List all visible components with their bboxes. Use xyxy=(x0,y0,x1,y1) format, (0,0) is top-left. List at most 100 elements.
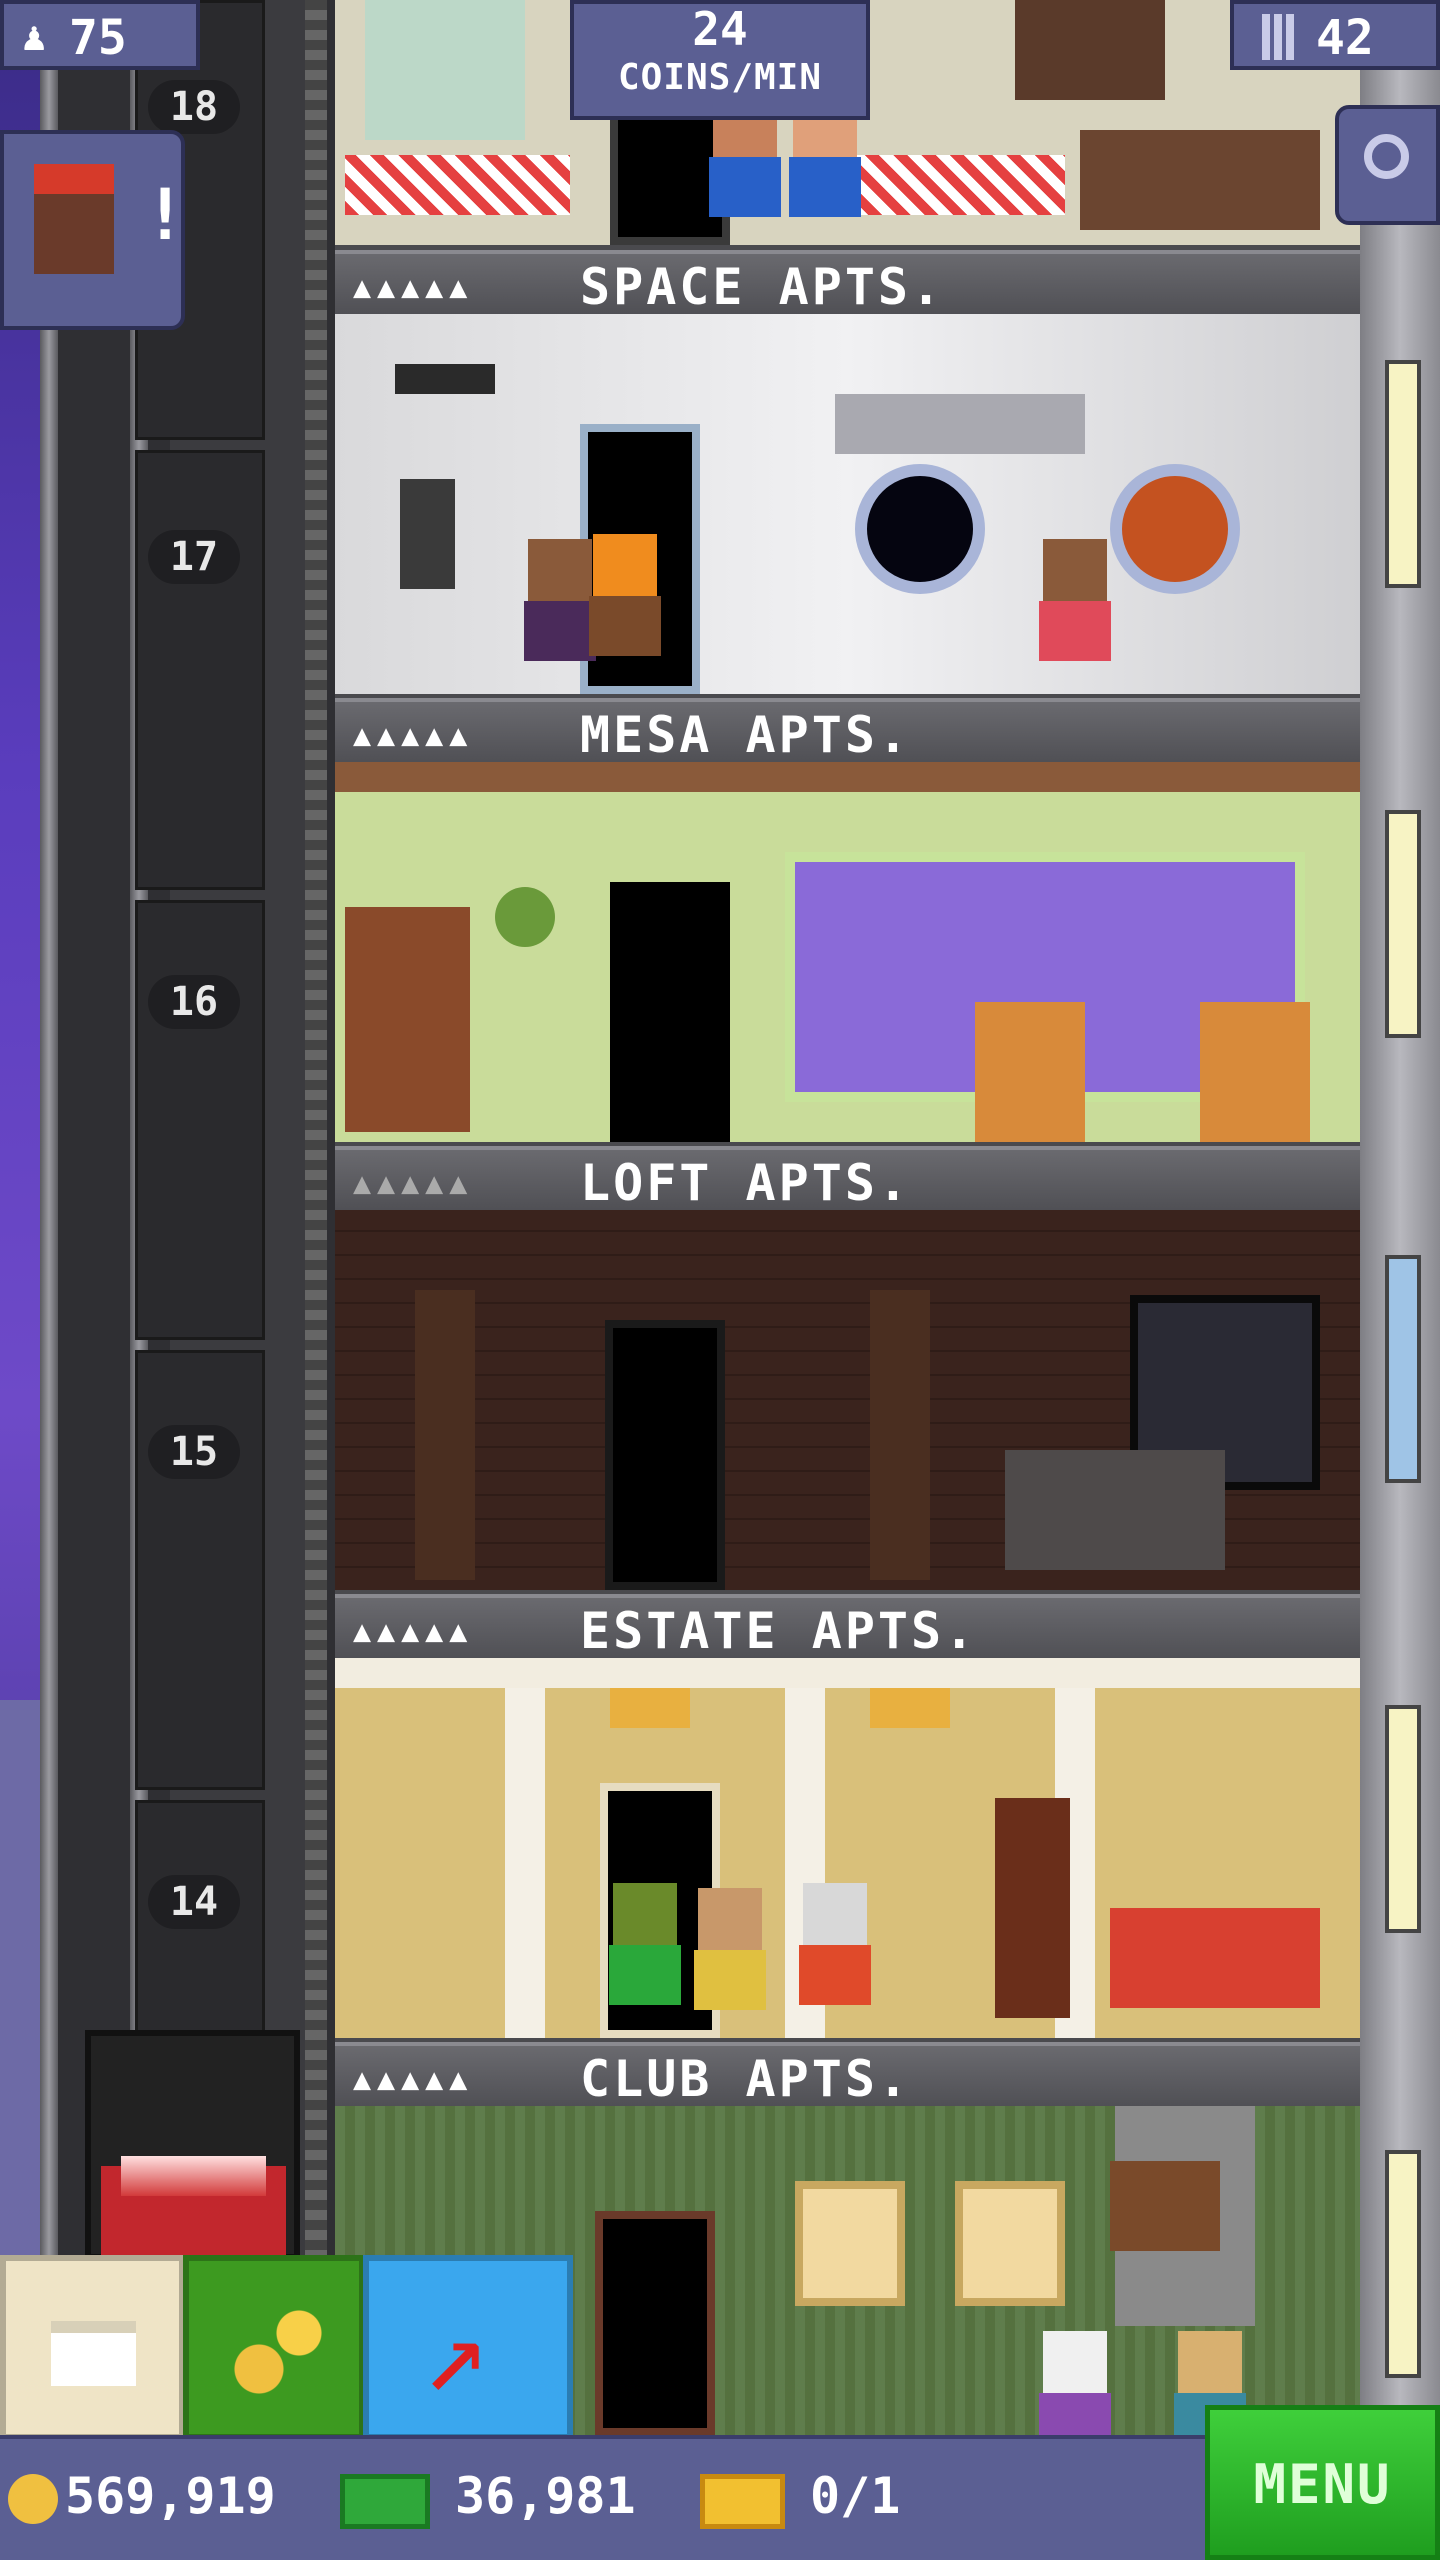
chandelier xyxy=(870,1688,950,1728)
floor-room-loft[interactable] xyxy=(335,1210,1360,1590)
hanging-plant xyxy=(495,887,555,947)
bitizen-head xyxy=(1043,539,1107,603)
floor-number: 18 xyxy=(148,80,240,134)
bitizen-body xyxy=(1039,601,1111,661)
porthole-mars xyxy=(1110,464,1240,594)
room-door[interactable] xyxy=(605,1320,725,1590)
side-window xyxy=(1385,360,1421,588)
floor-room-mesa[interactable] xyxy=(335,762,1360,1142)
bitizen-head xyxy=(698,1888,762,1952)
floor-room-space[interactable] xyxy=(335,314,1360,694)
bitizen[interactable] xyxy=(585,534,665,684)
elevator-door-15 xyxy=(135,1350,265,1790)
coins-rate-display: 24 COINS/MIN xyxy=(570,0,870,120)
bitizen-head xyxy=(1043,2331,1107,2395)
sofa xyxy=(1005,1450,1225,1570)
rating-dots: ▲▲▲▲▲ xyxy=(353,270,474,305)
elevator-car[interactable] xyxy=(85,2030,300,2260)
person-icon: ♟ xyxy=(22,14,47,60)
bitizen-notification[interactable]: ! xyxy=(0,130,187,330)
floor-room-estate[interactable] xyxy=(335,1658,1360,2038)
raise-building-button[interactable] xyxy=(0,2255,185,2440)
bitizen[interactable] xyxy=(1035,2331,1115,2436)
raise-icon xyxy=(51,2321,136,2386)
coins-icon xyxy=(229,2306,329,2396)
pillar xyxy=(505,1688,545,2038)
floors-value: 42 xyxy=(1316,10,1374,66)
bitizen-body xyxy=(1039,2393,1111,2436)
room-door[interactable] xyxy=(610,882,730,1142)
vent xyxy=(395,364,495,394)
armchair xyxy=(1200,1002,1310,1142)
armchair xyxy=(975,1002,1085,1142)
floor-sign[interactable]: ▲▲▲▲▲ MESA APTS. xyxy=(335,698,1360,764)
side-window xyxy=(1385,810,1421,1038)
floor-sign[interactable]: ▲▲▲▲▲ SPACE APTS. xyxy=(335,250,1360,316)
coin-icon xyxy=(8,2474,58,2524)
bitizen-body xyxy=(799,1945,871,2005)
bitizen[interactable] xyxy=(795,1883,875,2033)
bitizen-head xyxy=(593,534,657,598)
elevator-door-16 xyxy=(135,900,265,1340)
bitizen[interactable] xyxy=(605,1883,685,2033)
arrow-up-icon: ↑ xyxy=(393,2291,531,2429)
shaft-rail-left xyxy=(40,0,58,2560)
red-sofa xyxy=(1110,1908,1320,2008)
floor-number: 14 xyxy=(148,1875,240,1929)
magnifier-icon xyxy=(1364,134,1409,179)
alert-badge: ! xyxy=(144,174,187,256)
search-button[interactable] xyxy=(1335,105,1440,225)
tablecloth xyxy=(345,155,570,215)
elevator-car-light xyxy=(121,2156,266,2196)
floor-number: 15 xyxy=(148,1425,240,1479)
rating-dots: ▲▲▲▲▲ xyxy=(353,1614,474,1649)
floor-sign[interactable]: ▲▲▲▲▲ ESTATE APTS. xyxy=(335,1594,1360,1660)
bitizen-body xyxy=(589,596,661,656)
coins-value: 569,919 xyxy=(65,2467,276,2525)
floor-number: 16 xyxy=(148,975,240,1029)
floors-counter[interactable]: 42 xyxy=(1230,0,1440,70)
floor-sign[interactable]: ▲▲▲▲▲ CLUB APTS. xyxy=(335,2042,1360,2108)
tablecloth xyxy=(840,155,1065,215)
floor-name: ESTATE APTS. xyxy=(580,1602,978,1660)
tickets-value: 0/1 xyxy=(810,2467,901,2525)
bitizen[interactable] xyxy=(690,1888,770,2038)
rating-dots: ▲▲▲▲▲ xyxy=(353,2062,474,2097)
rating-dots: ▲▲▲▲▲ xyxy=(353,718,474,753)
floor-name: LOFT APTS. xyxy=(580,1154,912,1212)
bux-value: 36,981 xyxy=(455,2467,636,2525)
control-panel xyxy=(835,394,1085,454)
bitizen-head xyxy=(803,1883,867,1947)
bux-icon xyxy=(340,2474,430,2529)
coins-rate-value: 24 xyxy=(692,2,748,56)
floor-name: MESA APTS. xyxy=(580,706,912,764)
menu-button[interactable]: MENU xyxy=(1205,2405,1440,2560)
portrait-frame xyxy=(795,2181,905,2306)
population-value: 75 xyxy=(69,10,127,66)
porthole-space xyxy=(855,464,985,594)
moose-head xyxy=(1110,2161,1220,2251)
bitizen[interactable] xyxy=(1035,539,1115,689)
column xyxy=(870,1290,930,1580)
side-window xyxy=(1385,1705,1421,1933)
arrow-button[interactable]: ↑ xyxy=(363,2255,573,2440)
floor-name: CLUB APTS. xyxy=(580,2050,912,2108)
floor-sign[interactable]: ▲▲▲▲▲ LOFT APTS. xyxy=(335,1146,1360,1212)
rating-dots: ▲▲▲▲▲ xyxy=(353,1166,474,1201)
column xyxy=(415,1290,475,1580)
coins-button[interactable] xyxy=(183,2255,365,2440)
bitizen-head xyxy=(613,1883,677,1947)
bitizen-body xyxy=(709,157,781,217)
ceiling-beam xyxy=(335,762,1360,792)
bitizen-body xyxy=(694,1950,766,2010)
crown-molding xyxy=(335,1658,1360,1688)
chandelier xyxy=(610,1688,690,1728)
ticket-icon xyxy=(700,2474,785,2529)
population-counter[interactable]: ♟ 75 xyxy=(0,0,200,70)
side-window xyxy=(1385,1255,1421,1483)
bitizen-alert-icon xyxy=(34,164,114,274)
room-door[interactable] xyxy=(595,2211,715,2436)
bitizen-head xyxy=(528,539,592,603)
bar-counter xyxy=(1080,130,1320,230)
wall-panel xyxy=(400,479,455,589)
